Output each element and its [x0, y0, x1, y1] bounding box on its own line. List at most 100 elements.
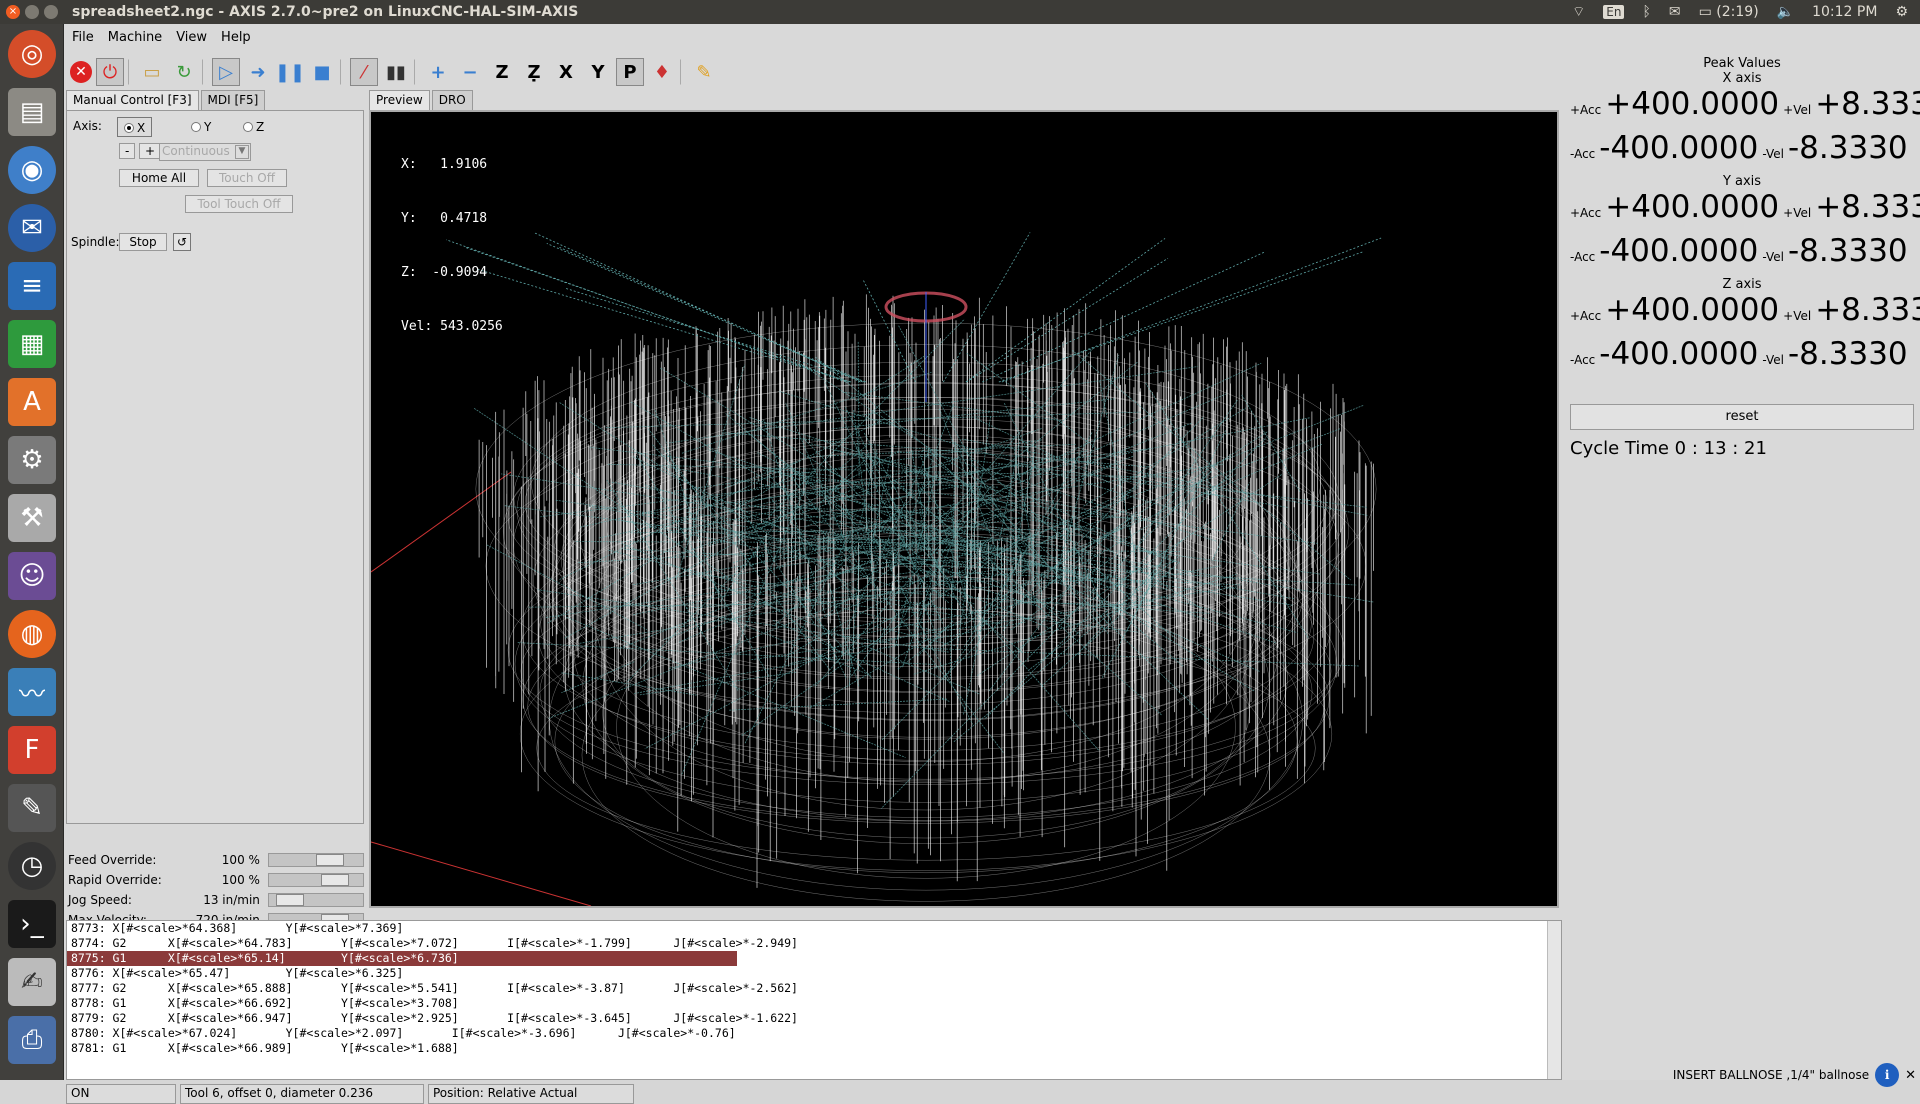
clock[interactable]: 10:12 PM [1812, 4, 1877, 20]
toolpath-preview[interactable]: X: 1.9106 Y: 0.4718 Z: -0.9094 Vel: 543.… [369, 110, 1559, 908]
step-icon[interactable]: ➜ [244, 58, 272, 86]
slider-knob[interactable] [315, 854, 344, 866]
chromium-icon[interactable]: ◉ [8, 146, 56, 194]
block-delete-icon[interactable]: ⁄ [350, 58, 378, 86]
firefox-icon[interactable]: ◍ [8, 610, 56, 658]
jog-speed-label: Jog Speed: [68, 893, 132, 907]
feed-override-slider[interactable] [267, 853, 364, 867]
jog-minus-button[interactable]: - [119, 143, 136, 159]
menu-view[interactable]: View [176, 30, 207, 45]
view-y-icon[interactable]: Y [584, 58, 612, 86]
keyboard-lang-indicator[interactable]: En [1603, 5, 1625, 19]
y-axis-heading: Y axis [1722, 174, 1762, 189]
zoom-in-icon[interactable]: + [424, 58, 452, 86]
calc-icon[interactable]: ▦ [8, 320, 56, 368]
clock-app-icon[interactable]: ◷ [8, 842, 56, 890]
gcode-line[interactable]: 8776: X[#<scale>*65.47] Y[#<scale>*6.325… [67, 966, 1561, 981]
x-acc-neg-value: -400.0000 [1599, 130, 1759, 166]
gcode-listing[interactable]: 8773: X[#<scale>*64.368] Y[#<scale>*7.36… [66, 920, 1562, 1080]
spindle-stop-button[interactable]: Stop [119, 233, 167, 251]
battery-indicator[interactable]: ▭ (2:19) [1699, 4, 1759, 20]
window-close-button[interactable]: × [6, 5, 20, 19]
tools-icon[interactable]: ⚒ [8, 494, 56, 542]
view-perspective-icon[interactable]: P [616, 58, 644, 86]
axis-label: Axis: [73, 119, 102, 133]
window-minimize-button[interactable] [25, 5, 39, 19]
toolpath-segment [371, 841, 592, 906]
touch-off-button[interactable]: Touch Off [207, 169, 287, 187]
ubuntu-dash-icon[interactable]: ◎ [8, 30, 56, 78]
pause-icon[interactable]: ❚❚ [275, 58, 305, 86]
jog-plus-button[interactable]: + [139, 143, 162, 159]
session-gear-icon[interactable]: ⚙ [1895, 4, 1908, 20]
gcode-line[interactable]: 8778: G1 X[#<scale>*66.692] Y[#<scale>*3… [67, 996, 1561, 1011]
tab-dro[interactable]: DRO [431, 90, 473, 110]
pidgin-icon[interactable]: ☺ [8, 552, 56, 600]
jog-speed-slider[interactable] [267, 893, 364, 907]
x-axis-heading: X axis [1722, 71, 1762, 86]
network-icon[interactable]: ⌔ [1572, 3, 1585, 21]
settings-icon[interactable]: ⚙ [8, 436, 56, 484]
estop-icon[interactable]: ✕ [70, 61, 92, 83]
axis-z-radio[interactable]: Z [243, 120, 264, 134]
tool-touch-off-button[interactable]: Tool Touch Off [185, 195, 293, 213]
gcode-line[interactable]: 8779: G2 X[#<scale>*66.947] Y[#<scale>*2… [67, 1011, 1561, 1026]
rapid-override-slider[interactable] [267, 873, 364, 887]
slider-knob[interactable] [320, 874, 349, 886]
toggle-tool-icon[interactable]: ♦ [648, 58, 676, 86]
window-maximize-button[interactable] [44, 5, 58, 19]
tab-mdi[interactable]: MDI [F5] [200, 90, 266, 110]
gcode-scrollbar[interactable] [1547, 921, 1561, 1079]
gcode-line-current[interactable]: 8775: G1 X[#<scale>*65.14] Y[#<scale>*6.… [67, 951, 737, 966]
spindle-direction-icon[interactable]: ↺ [173, 233, 191, 251]
axis-y-radio[interactable]: Y [191, 120, 211, 134]
monitor-icon[interactable]: 〰 [8, 668, 56, 716]
files-icon[interactable]: ▤ [8, 88, 56, 136]
writer-icon[interactable]: ≡ [8, 262, 56, 310]
thunderbird-icon[interactable]: ✉ [8, 204, 56, 252]
machine-power-icon[interactable]: ⏻ [96, 58, 124, 86]
menu-machine[interactable]: Machine [108, 30, 162, 45]
terminal-icon[interactable]: ›_ [8, 900, 56, 948]
tab-manual-control[interactable]: Manual Control [F3] [66, 90, 199, 110]
dro-overlay: X: 1.9106 Y: 0.4718 Z: -0.9094 Vel: 543.… [401, 120, 503, 372]
launcher-dock: ◎ ▤ ◉ ✉ ≡ ▦ A ⚙ ⚒ ☺ ◍ 〰 F ✎ ◷ ›_ ✍ ⎙ [0, 24, 64, 1080]
notification-close-icon[interactable]: ✕ [1905, 1068, 1916, 1083]
home-all-button[interactable]: Home All [119, 169, 199, 187]
peak-values-title: Peak Values [1703, 56, 1781, 71]
gcode-line[interactable]: 8781: G1 X[#<scale>*66.989] Y[#<scale>*1… [67, 1041, 1561, 1056]
toolbar-separator [202, 59, 208, 85]
clear-backplot-icon[interactable]: ✎ [690, 58, 718, 86]
view-x-icon[interactable]: X [552, 58, 580, 86]
printer-icon[interactable]: ⎙ [8, 1016, 56, 1064]
gcode-line[interactable]: 8777: G2 X[#<scale>*65.888] Y[#<scale>*5… [67, 981, 1561, 996]
mail-icon[interactable]: ✉ [1669, 4, 1681, 20]
z-axis-heading: Z axis [1722, 277, 1762, 292]
gcode-line[interactable]: 8774: G2 X[#<scale>*64.783] Y[#<scale>*7… [67, 936, 1561, 951]
bluetooth-icon[interactable]: ᛒ [1642, 4, 1650, 20]
gcode-line[interactable]: 8773: X[#<scale>*64.368] Y[#<scale>*7.36… [67, 921, 1561, 936]
optional-stop-icon[interactable]: ▮▮ [382, 58, 410, 86]
jog-increment-select[interactable]: Continuous ▼ [159, 143, 251, 161]
zoom-out-icon[interactable]: − [456, 58, 484, 86]
volume-icon[interactable]: 🔈 [1777, 4, 1794, 20]
x-acc-pos-value: +400.0000 [1605, 86, 1780, 122]
tab-preview[interactable]: Preview [369, 90, 430, 110]
filezilla-icon[interactable]: F [8, 726, 56, 774]
software-center-icon[interactable]: A [8, 378, 56, 426]
axis-x-radio[interactable]: X [117, 117, 153, 137]
text-editor-icon[interactable]: ✍ [8, 958, 56, 1006]
gcode-line[interactable]: 8780: X[#<scale>*67.024] Y[#<scale>*2.09… [67, 1026, 1561, 1041]
spindle-label: Spindle: [71, 235, 120, 249]
reset-button[interactable]: reset [1570, 404, 1914, 430]
reload-icon[interactable]: ↻ [170, 58, 198, 86]
view-z2-icon[interactable]: Ẓ [520, 58, 548, 86]
slider-knob[interactable] [276, 894, 305, 906]
stop-program-icon[interactable]: ■ [308, 58, 336, 86]
view-z-icon[interactable]: Z [488, 58, 516, 86]
run-program-icon[interactable]: ▷ [212, 58, 240, 86]
open-file-icon[interactable]: ▭ [138, 58, 166, 86]
menu-file[interactable]: File [72, 30, 94, 45]
menu-help[interactable]: Help [221, 30, 251, 45]
pen-tool-icon[interactable]: ✎ [8, 784, 56, 832]
